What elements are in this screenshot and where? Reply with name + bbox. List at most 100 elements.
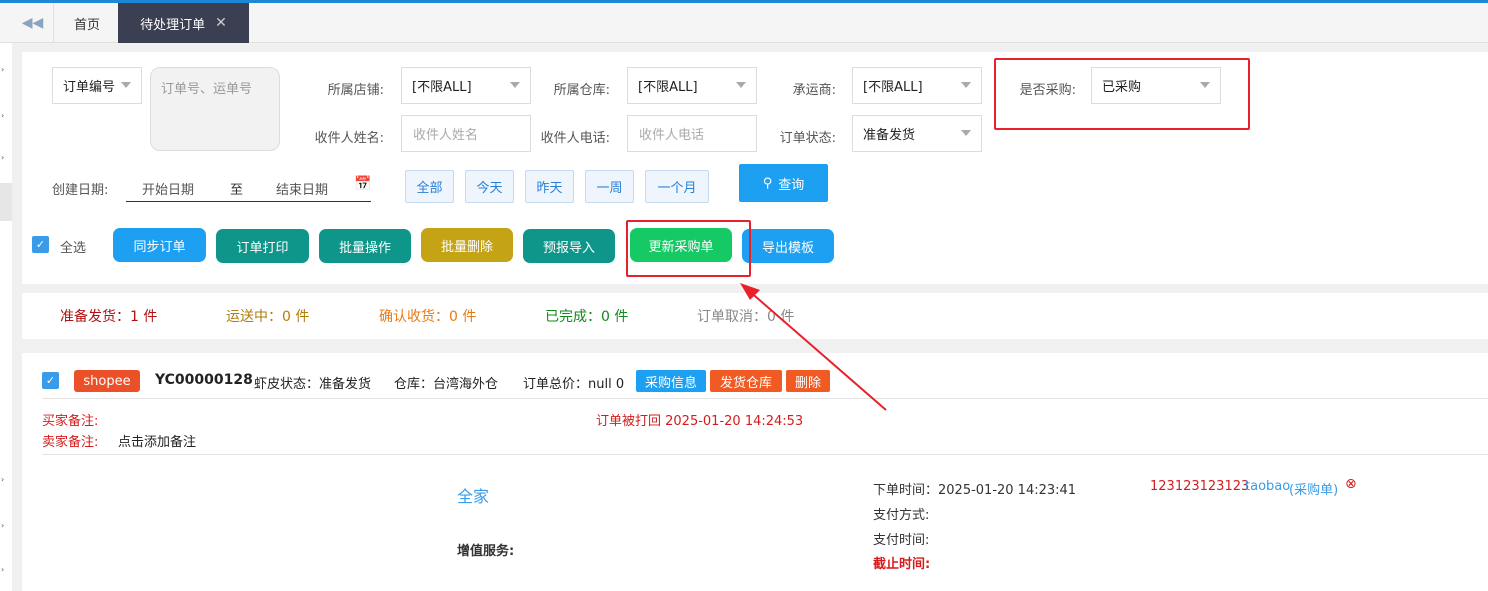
store-name: 全家	[457, 487, 490, 506]
stat-in-transit[interactable]: 运送中：0 件	[226, 306, 309, 326]
quick-date-today-button[interactable]: 今天	[465, 170, 514, 203]
tab-bar: ◀◀ 首页 待处理订单 ✕	[0, 3, 1488, 43]
annotation-box-purchased	[994, 58, 1250, 130]
warehouse-label: 所属仓库:	[553, 83, 610, 98]
chevron-down-icon	[961, 130, 971, 136]
chevron-down-icon	[510, 82, 520, 88]
order-number-input[interactable]: 订单号、运单号	[150, 67, 280, 151]
sidebar-active-block	[0, 183, 12, 221]
receiver-name-placeholder: 收件人姓名	[413, 128, 479, 143]
deadline-label: 截止时间:	[873, 557, 931, 572]
tab-pending-orders[interactable]: 待处理订单 ✕	[118, 3, 249, 43]
search-icon: ⚲	[762, 175, 773, 191]
chevron-icon[interactable]: ›	[1, 565, 4, 574]
calendar-icon[interactable]: 📅	[354, 176, 371, 192]
order-field-value: 订单编号	[63, 80, 116, 95]
receiver-name-label: 收件人姓名:	[314, 131, 384, 146]
quick-date-yesterday-button[interactable]: 昨天	[525, 170, 574, 203]
delete-order-button[interactable]: 删除	[786, 370, 830, 392]
order-returned-notice: 订单被打回 2025-01-20 14:24:53	[596, 414, 804, 429]
ship-warehouse-button[interactable]: 发货仓库	[710, 370, 782, 392]
export-template-button[interactable]: 导出模板	[742, 229, 834, 263]
close-icon[interactable]: ✕	[215, 15, 227, 31]
batch-operation-button[interactable]: 批量操作	[319, 229, 411, 263]
store-value: [不限ALL]	[412, 80, 472, 95]
check-icon: ✓	[35, 238, 46, 251]
divider	[42, 454, 1488, 455]
chevron-icon[interactable]: ›	[1, 65, 4, 74]
buyer-note-label: 买家备注:	[42, 414, 99, 429]
purchase-order-tag: (采购单)	[1289, 483, 1339, 498]
receiver-phone-label: 收件人电话:	[540, 131, 610, 146]
divider	[42, 398, 1488, 399]
search-button-label: 查询	[778, 177, 805, 193]
order-card: ✓ shopee YC00000128 虾皮状态：准备发货 仓库：台湾海外仓 订…	[22, 353, 1488, 591]
value-added-label: 增值服务:	[457, 544, 515, 559]
sidebar-collapsed: › › › › › ›	[0, 43, 12, 591]
purchase-source[interactable]: taobao	[1245, 479, 1290, 494]
carrier-label: 承运商:	[792, 83, 836, 98]
chevron-icon[interactable]: ›	[1, 153, 4, 162]
batch-delete-button[interactable]: 批量删除	[421, 228, 513, 262]
tab-home[interactable]: 首页	[56, 3, 118, 43]
chevron-down-icon	[121, 82, 131, 88]
chevron-down-icon	[961, 82, 971, 88]
select-all-checkbox[interactable]: ✓	[32, 236, 49, 253]
purchase-number[interactable]: 123123123123	[1150, 479, 1249, 494]
order-stats-bar: 准备发货：1 件 运送中：0 件 确认收货：0 件 已完成：0 件 订单取消：0…	[22, 293, 1488, 339]
stat-ready-to-ship[interactable]: 准备发货：1 件	[60, 306, 157, 326]
stat-cancelled[interactable]: 订单取消：0 件	[697, 306, 794, 326]
purchase-info-button[interactable]: 采购信息	[636, 370, 706, 392]
receiver-name-input[interactable]: 收件人姓名	[401, 115, 531, 152]
stat-completed[interactable]: 已完成：0 件	[545, 306, 628, 326]
store-label: 所属店铺:	[327, 83, 384, 98]
order-status-label: 订单状态:	[779, 131, 836, 146]
order-status-value: 准备发货	[863, 128, 916, 143]
remove-circle-icon[interactable]: ⊗	[1345, 476, 1357, 492]
chevron-down-icon	[736, 82, 746, 88]
warehouse-value: [不限ALL]	[638, 80, 698, 95]
quick-date-month-button[interactable]: 一个月	[645, 170, 709, 203]
search-button[interactable]: ⚲ 查询	[739, 164, 828, 202]
date-range-underline	[126, 201, 371, 202]
check-icon: ✓	[45, 374, 56, 387]
end-date-input[interactable]: 结束日期	[276, 179, 328, 198]
chevron-icon[interactable]: ›	[1, 521, 4, 530]
seller-note-label: 卖家备注:	[42, 435, 99, 450]
order-status-select[interactable]: 准备发货	[852, 115, 982, 152]
tab-home-label: 首页	[73, 17, 100, 33]
print-orders-button[interactable]: 订单打印	[216, 229, 309, 263]
chevron-icon[interactable]: ›	[1, 111, 4, 120]
order-total: 订单总价：null 0	[523, 377, 625, 392]
order-number-placeholder: 订单号、运单号	[161, 82, 253, 97]
create-date-label: 创建日期:	[52, 183, 109, 198]
date-to-label: 至	[230, 183, 244, 198]
quick-date-week-button[interactable]: 一周	[585, 170, 634, 203]
chevron-icon[interactable]: ›	[1, 475, 4, 484]
platform-badge: shopee	[74, 370, 140, 392]
order-warehouse: 仓库：台湾海外仓	[394, 377, 499, 392]
quick-date-all-button[interactable]: 全部	[405, 170, 454, 203]
store-select[interactable]: [不限ALL]	[401, 67, 531, 104]
receiver-phone-placeholder: 收件人电话	[639, 128, 705, 143]
order-checkbox[interactable]: ✓	[42, 372, 59, 389]
order-field-select[interactable]: 订单编号	[52, 67, 142, 104]
stat-confirmed[interactable]: 确认收货：0 件	[379, 306, 476, 326]
filter-panel: 订单编号 订单号、运单号 所属店铺: [不限ALL] 所属仓库: [不限ALL]…	[22, 52, 1488, 284]
annotation-box-update-purchase	[626, 220, 751, 277]
receiver-phone-input[interactable]: 收件人电话	[627, 115, 757, 152]
pay-method-label: 支付方式:	[873, 508, 930, 523]
carrier-value: [不限ALL]	[863, 80, 923, 95]
warehouse-select[interactable]: [不限ALL]	[627, 67, 757, 104]
add-seller-note-link[interactable]: 点击添加备注	[118, 431, 196, 450]
sync-orders-button[interactable]: 同步订单	[113, 228, 206, 262]
select-all-label: 全选	[60, 241, 87, 256]
shopee-status: 虾皮状态：准备发货	[254, 377, 372, 392]
collapse-sidebar-icon[interactable]: ◀◀	[12, 3, 54, 43]
pay-time-label: 支付时间:	[873, 533, 930, 548]
carrier-select[interactable]: [不限ALL]	[852, 67, 982, 104]
tab-pending-orders-label: 待处理订单	[140, 17, 206, 33]
order-time: 下单时间：2025-01-20 14:23:41	[873, 483, 1077, 498]
pre-import-button[interactable]: 预报导入	[523, 229, 615, 263]
start-date-input[interactable]: 开始日期	[142, 179, 194, 198]
